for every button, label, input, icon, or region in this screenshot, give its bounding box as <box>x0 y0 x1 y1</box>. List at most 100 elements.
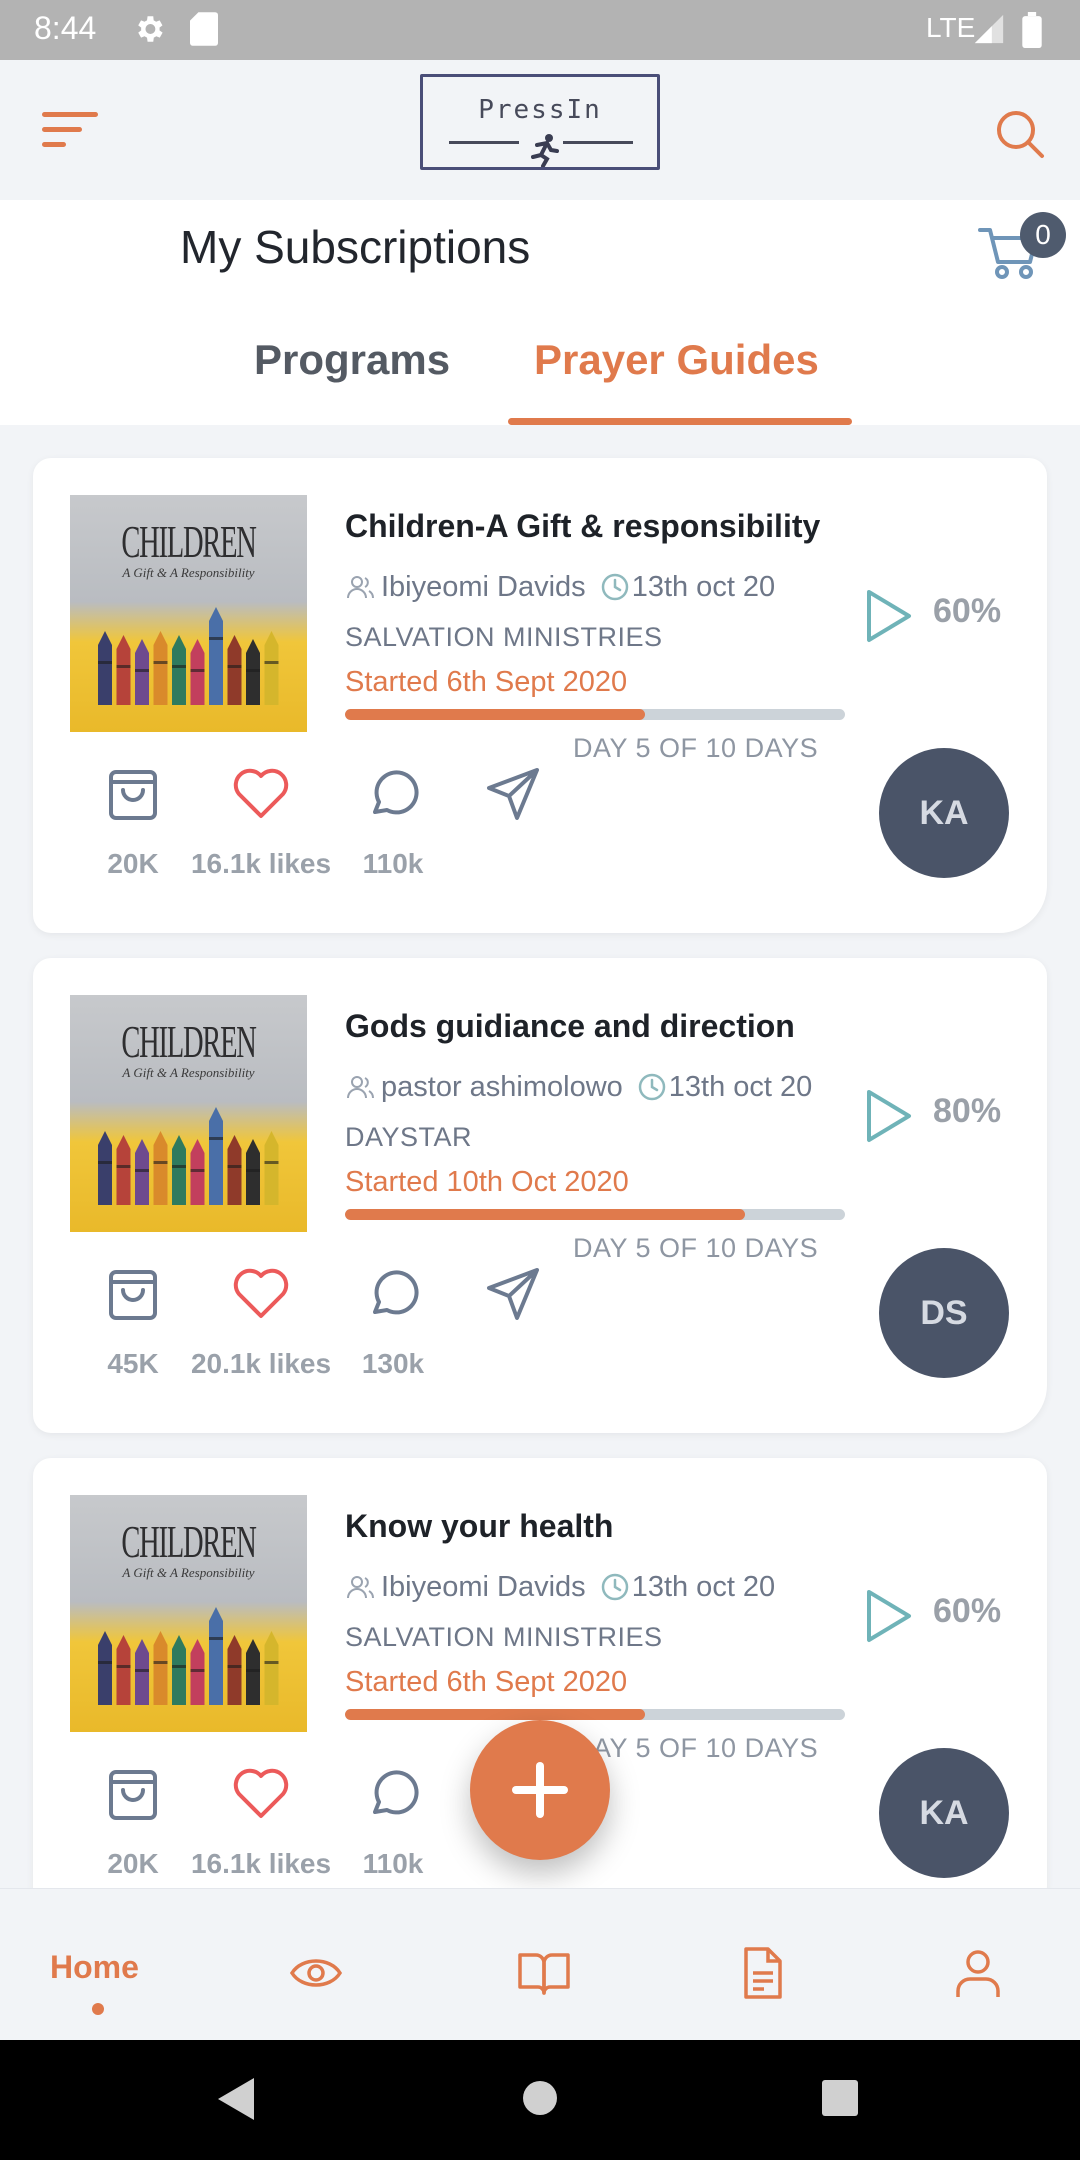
author-row: pastor ashimolowo 13th oct 20 <box>345 1070 812 1106</box>
bag-icon[interactable] <box>103 764 163 824</box>
bag-icon[interactable] <box>103 1264 163 1324</box>
logo-line-left <box>449 141 519 144</box>
guide-title[interactable]: Know your health <box>345 1508 613 1545</box>
likes-count: 16.1k likes <box>190 1848 332 1879</box>
progress-bar <box>345 1209 845 1220</box>
tab-prayer-guides[interactable]: Prayer Guides <box>534 336 819 384</box>
purchase-count: 45K <box>107 1348 159 1379</box>
cover-subtitle: A Gift & A Responsibility <box>122 1065 255 1080</box>
system-nav-bar <box>0 2040 1080 2160</box>
network-label: LTE <box>926 12 976 43</box>
guide-date: 13th oct 20 <box>631 1570 776 1603</box>
battery-icon <box>1022 12 1042 48</box>
clock-icon <box>601 1574 628 1601</box>
cover-title: CHILDREN <box>121 1016 256 1067</box>
search-icon[interactable] <box>994 108 1046 160</box>
comment-icon[interactable] <box>363 1264 423 1324</box>
comment-icon[interactable] <box>363 1764 423 1824</box>
settings-icon <box>138 16 163 42</box>
likes-count: 16.1k likes <box>190 848 332 879</box>
bottom-nav: Home <box>0 1888 1080 2040</box>
play-icon[interactable] <box>863 1088 913 1144</box>
comments-count: 110k <box>362 848 424 879</box>
back-icon[interactable] <box>216 2076 256 2122</box>
eye-icon[interactable] <box>288 1945 344 2001</box>
status-bar: 8:44 LTE <box>0 0 1080 60</box>
heart-icon[interactable] <box>231 1264 291 1324</box>
app-bar: PressIn <box>0 60 1080 200</box>
guide-cover-image[interactable]: CHILDREN A Gift & A Responsibility <box>70 495 307 732</box>
comments-count: 130k <box>361 1348 425 1379</box>
add-button[interactable] <box>470 1720 610 1860</box>
subscription-card[interactable]: CHILDREN A Gift & A Responsibility Childre… <box>33 458 1047 933</box>
comment-icon[interactable] <box>363 764 423 824</box>
logo-text: PressIn <box>478 95 602 125</box>
heart-icon[interactable] <box>231 1764 291 1824</box>
avatar[interactable]: DS <box>879 1248 1009 1378</box>
progress-percent: 60% <box>933 1592 1002 1630</box>
author-name: Ibiyeomi Davids <box>381 1570 586 1603</box>
organization-name: SALVATION MINISTRIES <box>345 622 663 652</box>
crayons-illustration <box>98 607 279 705</box>
started-date: Started 6th Sept 2020 <box>345 666 628 698</box>
progress-fill <box>345 709 645 720</box>
runner-icon <box>531 134 559 167</box>
app-logo[interactable]: PressIn <box>420 74 660 170</box>
cover-subtitle: A Gift & A Responsibility <box>122 1565 255 1580</box>
crayons-illustration <box>98 1107 279 1205</box>
nav-active-dot <box>92 2003 104 2015</box>
users-icon <box>347 576 375 599</box>
menu-icon[interactable] <box>40 110 100 150</box>
purchase-count: 20K <box>107 848 159 879</box>
likes-count: 20.1k likes <box>190 1348 332 1379</box>
clock-icon <box>601 574 628 601</box>
plus-icon <box>512 1762 568 1818</box>
heart-icon[interactable] <box>231 764 291 824</box>
avatar[interactable]: KA <box>879 748 1009 878</box>
guide-title[interactable]: Children-A Gift & responsibility <box>345 508 820 545</box>
signal-icon <box>974 14 1004 44</box>
guide-cover-image[interactable]: CHILDREN A Gift & A Responsibility <box>70 1495 307 1732</box>
play-icon[interactable] <box>863 588 913 644</box>
recents-icon[interactable] <box>820 2076 860 2122</box>
users-icon <box>347 1576 375 1599</box>
author-row: Ibiyeomi Davids 13th oct 20 <box>345 570 775 606</box>
cover-subtitle: A Gift & A Responsibility <box>122 565 255 580</box>
bag-icon[interactable] <box>103 1764 163 1824</box>
profile-icon[interactable] <box>950 1945 1006 2001</box>
status-time: 8:44 <box>34 10 97 46</box>
logo-line-right <box>563 141 633 144</box>
send-icon[interactable] <box>483 764 543 824</box>
started-date: Started 6th Sept 2020 <box>345 1666 628 1698</box>
author-row: Ibiyeomi Davids 13th oct 20 <box>345 1570 775 1606</box>
day-progress-label: DAY 5 OF 10 DAYS <box>573 1733 819 1763</box>
tab-programs[interactable]: Programs <box>254 336 450 384</box>
guide-date: 13th oct 20 <box>668 1070 813 1103</box>
guide-cover-image[interactable]: CHILDREN A Gift & A Responsibility <box>70 995 307 1232</box>
cart-badge: 0 <box>1020 212 1066 258</box>
cover-title: CHILDREN <box>121 516 256 567</box>
progress-fill <box>345 1709 645 1720</box>
home-circle-icon[interactable] <box>522 2076 558 2122</box>
sd-card-icon <box>190 12 218 46</box>
nav-home[interactable]: Home <box>50 1949 139 1986</box>
send-icon[interactable] <box>483 1264 543 1324</box>
purchase-count: 20K <box>107 1848 159 1879</box>
author-name: Ibiyeomi Davids <box>381 570 586 603</box>
day-progress-label: DAY 5 OF 10 DAYS <box>573 733 819 763</box>
guide-title[interactable]: Gods guidiance and direction <box>345 1008 795 1045</box>
tab-indicator <box>508 418 852 425</box>
progress-percent: 80% <box>933 1092 1002 1130</box>
progress-percent: 60% <box>933 592 1002 630</box>
organization-name: SALVATION MINISTRIES <box>345 1622 663 1652</box>
avatar[interactable]: KA <box>879 1748 1009 1878</box>
cover-title: CHILDREN <box>121 1516 256 1567</box>
book-icon[interactable] <box>516 1945 572 2001</box>
crayons-illustration <box>98 1607 279 1705</box>
document-icon[interactable] <box>734 1945 790 2001</box>
day-progress-label: DAY 5 OF 10 DAYS <box>573 1233 819 1263</box>
progress-bar <box>345 1709 845 1720</box>
play-icon[interactable] <box>863 1588 913 1644</box>
subscription-card[interactable]: CHILDREN A Gift & A Responsibility Gods gu… <box>33 958 1047 1433</box>
subscription-card[interactable]: CHILDREN A Gift & A Responsibility Know yo… <box>33 1458 1047 1933</box>
